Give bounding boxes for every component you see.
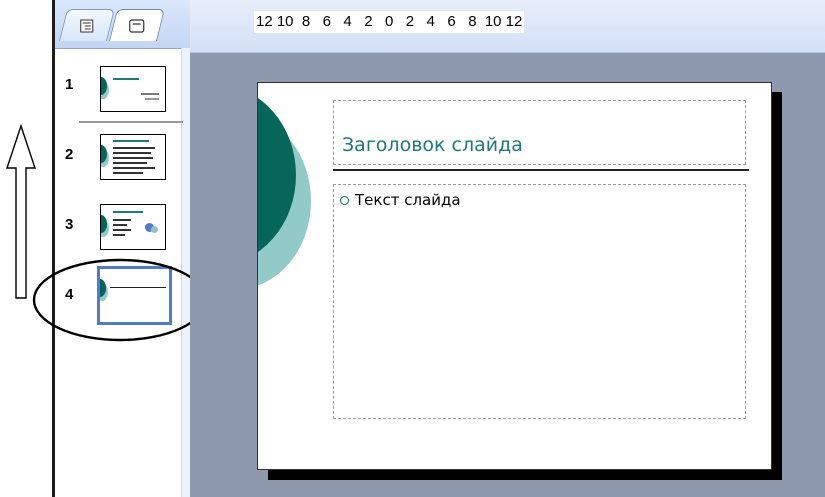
ruler-tick-label: 6	[447, 13, 456, 30]
slide-number: 3	[65, 216, 74, 233]
body-placeholder[interactable]: Текст слайда	[333, 184, 746, 419]
ruler-tick-label: 12	[256, 13, 273, 30]
highlight-ellipse-annotation	[32, 258, 208, 342]
ruler-tick-label: 2	[364, 13, 373, 30]
ruler-tick-label: 10	[484, 13, 502, 30]
slide-number: 1	[65, 76, 74, 93]
slides-icon	[129, 18, 145, 33]
ruler-tick-label: 4	[426, 13, 435, 30]
ruler-tick-label: 8	[301, 13, 311, 30]
title-placeholder[interactable]: Заголовок слайда	[333, 100, 746, 165]
ruler-tick-label: 8	[468, 13, 477, 30]
bullet-circle-icon	[340, 195, 349, 205]
ruler-tick-label: 2	[405, 13, 415, 30]
insertion-line	[79, 121, 183, 123]
title-divider-line	[333, 169, 749, 171]
slide-number: 2	[65, 146, 74, 163]
slides-pane: 1 2 3 4	[52, 0, 190, 497]
slide-thumbnail-2[interactable]	[100, 134, 166, 180]
bullet-item[interactable]: Текст слайда	[340, 191, 461, 209]
ruler-scale: 12 10 8 6 4 2 0 2 4 6 8 10 12	[254, 11, 525, 33]
slide-canvas[interactable]: Заголовок слайда Текст слайда	[257, 82, 772, 470]
bullet-text[interactable]: Текст слайда	[355, 191, 461, 209]
ruler-tick-label: 10	[276, 13, 294, 30]
outline-icon	[80, 19, 94, 32]
slide-thumbnail-1[interactable]	[100, 66, 166, 112]
tab-slides[interactable]	[109, 9, 165, 41]
tab-outline[interactable]	[59, 9, 115, 41]
horizontal-ruler: 12 10 8 6 4 2 0 2 4 6 8 10 12	[190, 0, 825, 53]
ruler-tick-label: 0	[385, 13, 394, 30]
ruler-tick-label: 6	[322, 13, 331, 30]
pane-tab-bar	[55, 0, 190, 49]
slide-title[interactable]: Заголовок слайда	[342, 134, 523, 156]
ruler-tick-label: 12	[505, 13, 523, 30]
slide-thumbnail-3[interactable]	[100, 204, 166, 250]
ruler-tick-label: 4	[343, 13, 352, 30]
